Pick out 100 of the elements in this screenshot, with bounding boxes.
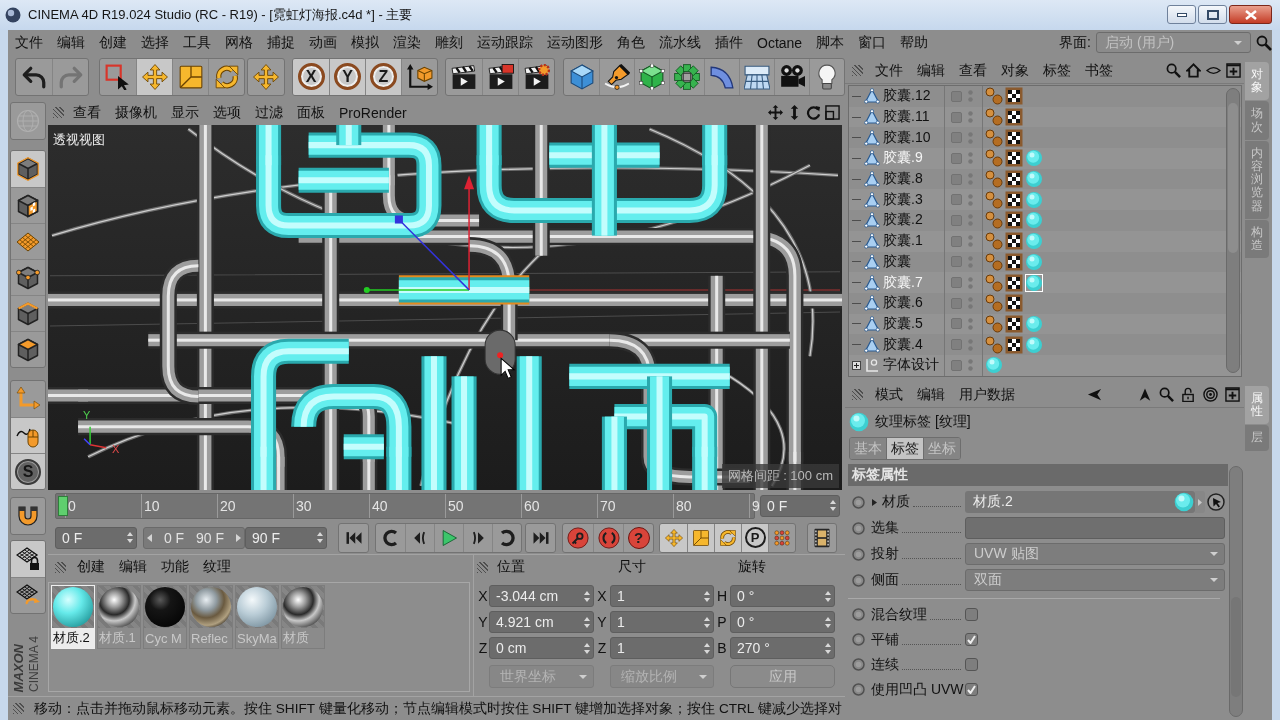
ring-icon[interactable] <box>852 633 865 646</box>
orbs-tag-icon[interactable] <box>985 252 1003 271</box>
coordinate-field[interactable]: -3.044 cm <box>489 585 594 607</box>
orbs-tag-icon[interactable] <box>985 273 1003 292</box>
menu-item[interactable]: 查看 <box>952 59 994 82</box>
object-name[interactable]: 胶囊.1 <box>883 232 923 251</box>
menu-item[interactable]: 标签 <box>1036 59 1078 82</box>
object-name[interactable]: 胶囊.2 <box>883 211 923 230</box>
menu-item[interactable]: 脚本 <box>809 31 852 54</box>
checker-tag-icon[interactable] <box>1005 252 1023 271</box>
object-name[interactable]: 胶囊.4 <box>883 335 923 354</box>
checker-tag-icon[interactable] <box>1005 211 1023 230</box>
material-item[interactable]: 材质.2 <box>51 585 95 649</box>
coordinate-field[interactable]: 0 cm <box>489 637 594 659</box>
circular-arrow-icon[interactable] <box>806 105 821 120</box>
checker-tag-icon[interactable] <box>1005 87 1023 106</box>
playhead[interactable] <box>58 495 68 516</box>
plus-box-icon[interactable] <box>852 360 861 370</box>
menu-item[interactable]: 编辑 <box>112 556 154 578</box>
cursor-circle-icon[interactable] <box>1207 493 1225 511</box>
menu-item[interactable]: 编辑 <box>910 59 952 82</box>
checker-tag-icon[interactable] <box>1005 170 1023 189</box>
menu-item[interactable]: 雕刻 <box>428 31 470 54</box>
object-name[interactable]: 胶囊.11 <box>883 108 930 127</box>
scrollbar[interactable] <box>1229 466 1243 717</box>
checkbox[interactable] <box>965 683 978 696</box>
menu-item[interactable]: 书签 <box>1078 59 1120 82</box>
menu-item[interactable]: 显示 <box>164 101 206 124</box>
grip-icon[interactable] <box>477 561 488 573</box>
grip-icon[interactable] <box>13 703 24 714</box>
move-tool-button[interactable] <box>136 58 172 95</box>
start-frame-field[interactable]: 0 F <box>55 526 137 549</box>
two-dots-icon[interactable] <box>968 276 973 289</box>
menu-item[interactable]: 面板 <box>290 101 332 124</box>
ring-icon[interactable] <box>852 608 865 621</box>
checker-tag-icon[interactable] <box>1005 108 1023 127</box>
last-frame-button[interactable] <box>525 522 556 553</box>
menu-item[interactable]: 功能 <box>154 556 196 578</box>
menu-item[interactable]: 文件 <box>868 59 910 82</box>
checkbox[interactable] <box>965 608 978 621</box>
menu-item[interactable]: 模式 <box>868 383 910 406</box>
four-way-arrows-icon[interactable] <box>768 105 783 120</box>
menu-item[interactable]: 文件 <box>8 31 50 54</box>
menu-item[interactable]: 网格 <box>218 31 260 54</box>
orbs-tag-icon[interactable] <box>985 170 1003 189</box>
checker-tag-icon[interactable] <box>1005 149 1023 168</box>
menu-item[interactable]: 创建 <box>70 556 112 578</box>
object-name[interactable]: 胶囊.3 <box>883 190 923 209</box>
menu-item[interactable]: 选择 <box>134 31 176 54</box>
orbs-tag-icon[interactable] <box>985 128 1003 147</box>
two-dots-icon[interactable] <box>968 359 973 372</box>
checker-tag-icon[interactable] <box>1005 314 1023 333</box>
object-name[interactable]: 胶囊.9 <box>883 149 923 168</box>
coordinate-field[interactable]: 1 <box>610 637 714 659</box>
solo-button[interactable]: S <box>11 453 45 489</box>
menu-item[interactable]: 运动图形 <box>540 31 610 54</box>
menu-item[interactable]: 创建 <box>92 31 134 54</box>
two-dots-icon[interactable] <box>968 152 973 165</box>
object-name[interactable]: 胶囊.12 <box>883 87 931 106</box>
orbs-tag-icon[interactable] <box>985 211 1003 230</box>
menu-item[interactable]: 查看 <box>66 101 108 124</box>
menu-item[interactable]: 窗口 <box>851 31 894 54</box>
object-name[interactable]: 胶囊.5 <box>883 314 923 333</box>
checker-tag-icon[interactable] <box>1005 273 1023 292</box>
menu-item[interactable]: 工具 <box>176 31 218 54</box>
scrollbar[interactable] <box>1226 88 1240 373</box>
menu-item[interactable]: 摄像机 <box>108 101 164 124</box>
coordinate-field[interactable]: 4.921 cm <box>489 611 594 633</box>
axis-lock-button[interactable]: Z <box>365 58 401 95</box>
menu-item[interactable]: 过滤 <box>248 101 290 124</box>
checker-tag-icon[interactable] <box>1005 128 1023 147</box>
ring-icon[interactable] <box>852 495 865 509</box>
key-scale-button[interactable] <box>687 523 714 552</box>
ring-icon[interactable] <box>852 573 865 587</box>
axis-lock-button[interactable]: X <box>293 58 329 95</box>
coordinate-field[interactable]: 270 ° <box>730 637 835 659</box>
object-name[interactable]: 胶囊 <box>883 252 911 271</box>
checker-tag-icon[interactable] <box>1005 335 1023 354</box>
checkbox[interactable] <box>965 658 978 671</box>
menu-item[interactable]: 插件 <box>708 31 750 54</box>
ring-icon[interactable] <box>852 683 865 696</box>
ring-icon[interactable] <box>852 547 865 561</box>
orbs-tag-icon[interactable] <box>985 294 1003 313</box>
object-name[interactable]: 胶囊.7 <box>883 273 923 292</box>
maximize-button[interactable] <box>1198 5 1227 24</box>
model-mode-button[interactable] <box>11 151 45 187</box>
checker-tag-icon[interactable] <box>1005 232 1023 251</box>
menu-item[interactable]: 编辑 <box>50 31 92 54</box>
caret-icon[interactable] <box>871 498 878 506</box>
move-tool-button[interactable] <box>247 57 285 96</box>
end-frame-field[interactable]: 90 F <box>245 526 327 549</box>
coordinate-field[interactable]: 1 <box>610 611 714 633</box>
plus-square-icon[interactable] <box>1226 63 1241 78</box>
object-name[interactable]: 胶囊.6 <box>883 294 923 313</box>
close-button[interactable] <box>1229 5 1272 24</box>
orbs-tag-icon[interactable] <box>985 149 1003 168</box>
menu-item[interactable]: 选项 <box>206 101 248 124</box>
coordinate-field[interactable]: 0 ° <box>730 611 835 633</box>
menu-item[interactable]: 编辑 <box>910 383 952 406</box>
checker-tag-icon[interactable] <box>1005 190 1023 209</box>
